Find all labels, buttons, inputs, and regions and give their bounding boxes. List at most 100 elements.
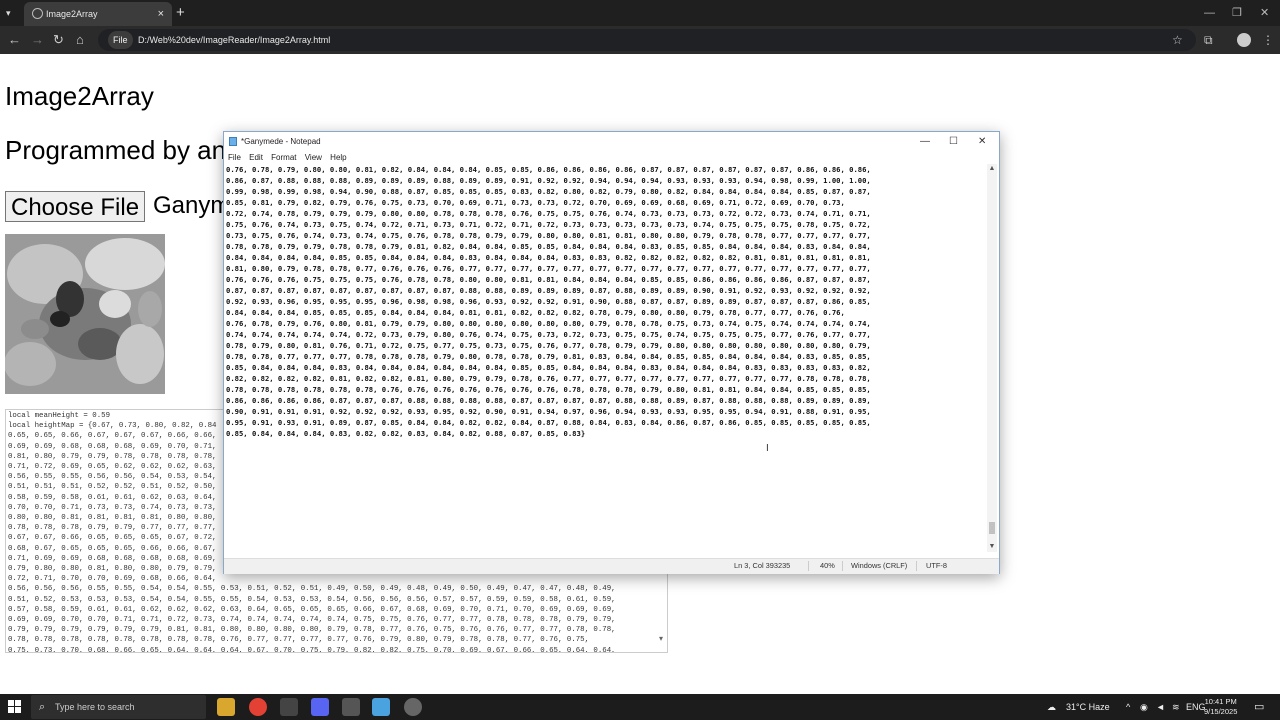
chrome-icon[interactable] xyxy=(249,698,267,716)
new-tab-button[interactable]: + xyxy=(176,0,185,26)
weather-icon[interactable]: ☁ xyxy=(1047,694,1056,720)
wifi-icon[interactable]: ≋ xyxy=(1172,694,1180,720)
file-chip: File xyxy=(108,31,133,49)
notepad-text-line: 0.81, 0.80, 0.79, 0.78, 0.78, 0.77, 0.76… xyxy=(226,264,871,273)
globe-icon xyxy=(32,8,43,19)
search-icon: ⌕ xyxy=(39,701,46,713)
cursor-position: Ln 3, Col 393235 xyxy=(734,561,791,570)
notepad-text-line: 0.74, 0.74, 0.74, 0.74, 0.74, 0.72, 0.73… xyxy=(226,330,871,339)
notepad-icon xyxy=(229,137,237,146)
notepad-text-line: 0.84, 0.84, 0.84, 0.85, 0.85, 0.85, 0.84… xyxy=(226,308,845,317)
notepad-text-line: 0.75, 0.76, 0.74, 0.73, 0.75, 0.74, 0.72… xyxy=(226,220,871,229)
minimize-icon[interactable]: — xyxy=(1204,0,1215,26)
clock-date: 9/15/2025 xyxy=(1204,707,1238,716)
notepad-minimize-icon[interactable]: — xyxy=(920,132,930,151)
notepad-text-line: 0.92, 0.93, 0.96, 0.95, 0.95, 0.95, 0.96… xyxy=(226,297,871,306)
notepad-menubar: File Edit Format View Help xyxy=(224,151,999,164)
notepad-statusbar: Ln 3, Col 393235 40% Windows (CRLF) UTF-… xyxy=(224,558,999,574)
notepad-close-icon[interactable]: ✕ xyxy=(978,132,986,151)
notepad-text-line: 0.90, 0.91, 0.91, 0.91, 0.92, 0.92, 0.92… xyxy=(226,407,871,416)
clock[interactable]: 10:41 PM 9/15/2025 xyxy=(1204,697,1237,717)
settings-gear-icon[interactable] xyxy=(280,698,298,716)
status-divider xyxy=(808,561,809,571)
scrollbar-thumb[interactable] xyxy=(989,522,995,534)
notepad-titlebar[interactable]: *Ganymede - Notepad — ☐ ✕ xyxy=(224,132,999,151)
notepad-text-line: 0.85, 0.84, 0.84, 0.84, 0.83, 0.84, 0.84… xyxy=(226,363,871,372)
encoding: UTF-8 xyxy=(926,561,947,570)
network-icon[interactable]: ◉ xyxy=(1140,694,1148,720)
page-title: Image2Array xyxy=(5,81,154,111)
tab-search-icon[interactable]: ▾ xyxy=(6,0,11,26)
profile-avatar[interactable] xyxy=(1237,33,1251,47)
discord-icon[interactable] xyxy=(311,698,329,716)
tab-close-icon[interactable]: × xyxy=(158,2,164,26)
programmed-by-text: Programmed by an xyxy=(5,135,227,165)
notepad-text-line: 0.73, 0.75, 0.76, 0.74, 0.73, 0.74, 0.75… xyxy=(226,231,871,240)
notepad-text-area[interactable]: 0.76, 0.78, 0.79, 0.80, 0.80, 0.81, 0.82… xyxy=(226,164,986,552)
notepad-text-line: 0.87, 0.87, 0.87, 0.87, 0.87, 0.87, 0.87… xyxy=(226,286,871,295)
text-cursor-icon: I xyxy=(766,443,769,454)
notepad-text-line: 0.85, 0.81, 0.79, 0.82, 0.79, 0.76, 0.75… xyxy=(226,198,845,207)
zoom-level: 40% xyxy=(820,561,835,570)
output-line: 0.56, 0.56, 0.56, 0.55, 0.55, 0.54, 0.54… xyxy=(8,585,616,594)
menu-view[interactable]: View xyxy=(305,153,322,162)
notepad-taskbar-icon[interactable] xyxy=(372,698,390,716)
notepad-text-line: 0.99, 0.98, 0.99, 0.98, 0.94, 0.90, 0.88… xyxy=(226,187,871,196)
status-divider xyxy=(842,561,843,571)
url-text[interactable]: D:/Web%20dev/ImageReader/Image2Array.htm… xyxy=(138,26,330,54)
uploaded-image-preview xyxy=(5,234,165,394)
scroll-up-icon[interactable]: ▲ xyxy=(987,164,997,174)
output-line: 0.78, 0.78, 0.78, 0.78, 0.78, 0.78, 0.78… xyxy=(8,636,589,645)
output-line: 0.51, 0.52, 0.53, 0.53, 0.53, 0.54, 0.54… xyxy=(8,595,616,604)
menu-edit[interactable]: Edit xyxy=(249,153,263,162)
volume-icon[interactable]: ◄ xyxy=(1156,694,1165,720)
choose-file-button[interactable]: Choose File xyxy=(5,191,146,222)
tab-title: Image2Array xyxy=(46,9,98,19)
taskbar-search[interactable]: ⌕ Type here to search xyxy=(31,695,206,719)
menu-format[interactable]: Format xyxy=(271,153,296,162)
notepad-text-line: 0.78, 0.78, 0.79, 0.79, 0.78, 0.78, 0.79… xyxy=(226,242,871,251)
clock-time: 10:41 PM xyxy=(1204,697,1237,706)
taskbar: ⌕ Type here to search ☁ 31°C Haze ^ ◉ ◄ … xyxy=(0,694,1280,720)
notepad-text-line: 0.84, 0.84, 0.84, 0.84, 0.85, 0.85, 0.84… xyxy=(226,253,871,262)
scroll-down-icon[interactable]: ▼ xyxy=(987,542,997,552)
windows-start-icon[interactable] xyxy=(8,700,21,713)
notepad-text-line: 0.86, 0.86, 0.86, 0.86, 0.87, 0.87, 0.87… xyxy=(226,396,871,405)
line-ending: Windows (CRLF) xyxy=(851,561,908,570)
notepad-text-line: 0.76, 0.76, 0.76, 0.75, 0.75, 0.75, 0.76… xyxy=(226,275,871,284)
notepad-maximize-icon[interactable]: ☐ xyxy=(949,132,958,151)
textarea-scroll-down-icon[interactable]: ▾ xyxy=(659,634,663,643)
output-line: 0.57, 0.58, 0.59, 0.61, 0.61, 0.62, 0.62… xyxy=(8,605,616,614)
extensions-icon[interactable]: ⧉ xyxy=(1204,26,1213,54)
notepad-text-line: 0.76, 0.78, 0.79, 0.80, 0.80, 0.81, 0.82… xyxy=(226,165,871,174)
notepad-title: *Ganymede - Notepad xyxy=(241,137,321,146)
menu-help[interactable]: Help xyxy=(330,153,346,162)
notepad-scrollbar[interactable]: ▲ ▼ xyxy=(987,164,997,552)
app-icon[interactable] xyxy=(404,698,422,716)
output-line: 0.69, 0.69, 0.70, 0.70, 0.71, 0.71, 0.72… xyxy=(8,616,616,625)
reload-icon[interactable]: ↻ xyxy=(53,26,64,54)
bookmark-star-icon[interactable]: ☆ xyxy=(1172,26,1183,54)
close-window-icon[interactable]: ✕ xyxy=(1260,0,1269,26)
home-icon[interactable]: ⌂ xyxy=(76,26,84,54)
task-app-icon[interactable] xyxy=(342,698,360,716)
notepad-window: *Ganymede - Notepad — ☐ ✕ File Edit Form… xyxy=(223,131,1000,574)
browser-tab[interactable]: Image2Array × xyxy=(24,2,172,26)
notifications-icon[interactable]: ▭ xyxy=(1254,694,1264,720)
notepad-text-line: 0.72, 0.74, 0.78, 0.79, 0.79, 0.79, 0.80… xyxy=(226,209,871,218)
forward-icon[interactable]: → xyxy=(31,26,44,54)
language-indicator[interactable]: ENG xyxy=(1186,694,1206,720)
tray-chevron-icon[interactable]: ^ xyxy=(1126,694,1130,720)
notepad-text-line: 0.85, 0.84, 0.84, 0.84, 0.83, 0.82, 0.82… xyxy=(226,429,586,438)
output-line: 0.79, 0.79, 0.79, 0.79, 0.79, 0.79, 0.81… xyxy=(8,626,616,635)
weather-text[interactable]: 31°C Haze xyxy=(1066,694,1110,720)
maximize-icon[interactable]: ❐ xyxy=(1232,0,1242,26)
back-icon[interactable]: ← xyxy=(8,26,21,54)
menu-file[interactable]: File xyxy=(228,153,241,162)
notepad-text-line: 0.78, 0.79, 0.80, 0.81, 0.76, 0.71, 0.72… xyxy=(226,341,871,350)
notepad-text-line: 0.86, 0.87, 0.88, 0.88, 0.88, 0.89, 0.89… xyxy=(226,176,871,185)
file-explorer-icon[interactable] xyxy=(217,698,235,716)
output-line: 0.75, 0.73, 0.70, 0.68, 0.66, 0.65, 0.64… xyxy=(8,646,616,653)
notepad-text-line: 0.78, 0.78, 0.77, 0.77, 0.77, 0.78, 0.78… xyxy=(226,352,871,361)
more-menu-icon[interactable]: ⋮ xyxy=(1262,26,1274,54)
